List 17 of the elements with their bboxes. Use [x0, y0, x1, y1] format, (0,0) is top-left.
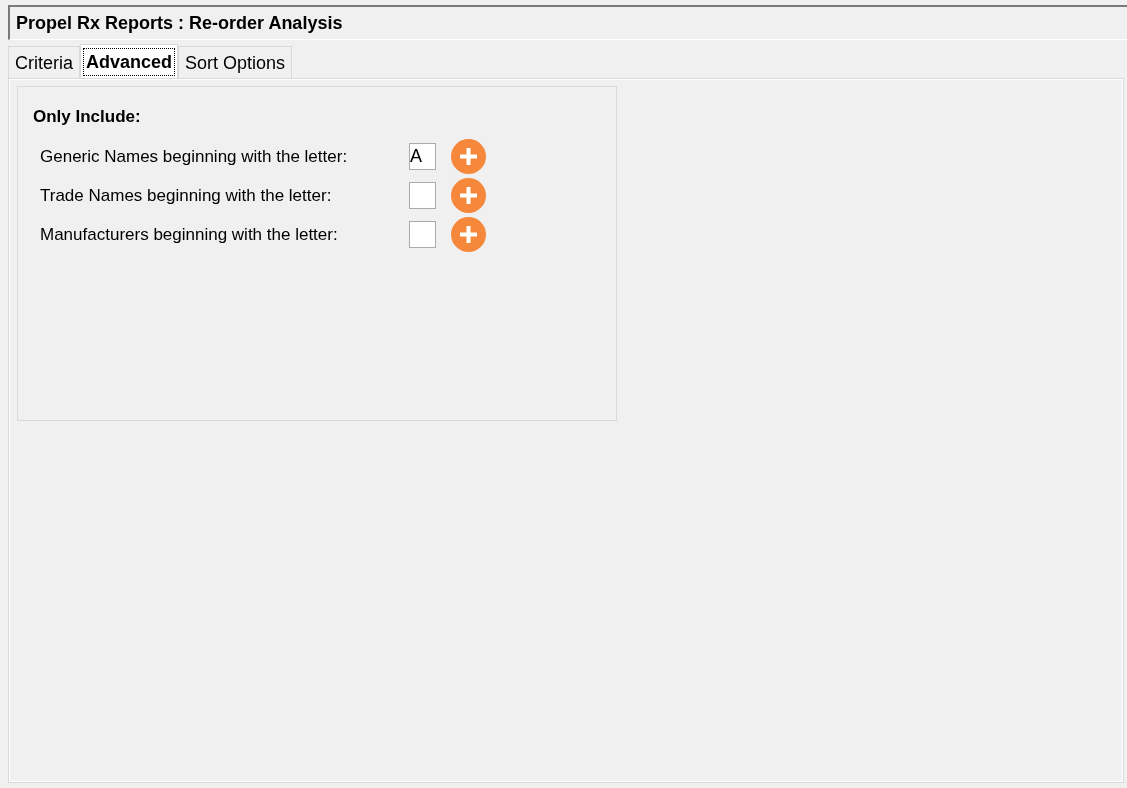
field-label: Generic Names beginning with the letter: [40, 148, 349, 165]
add-button[interactable] [451, 139, 486, 174]
tab[interactable]: Criteria [8, 46, 80, 78]
group-heading: Only Include: [33, 107, 141, 127]
plus-circle-icon [451, 217, 486, 252]
add-button[interactable] [451, 217, 486, 252]
field-label: Manufacturers beginning with the letter: [40, 226, 339, 243]
field-label: Trade Names beginning with the letter: [40, 187, 333, 204]
tab[interactable]: Advanced [80, 44, 179, 78]
plus-circle-icon [451, 139, 486, 174]
window-title: Propel Rx Reports : Re-order Analysis [16, 14, 343, 32]
letter-input[interactable] [409, 182, 436, 209]
plus-circle-icon [451, 178, 486, 213]
letter-input[interactable]: A [409, 143, 436, 170]
letter-input[interactable] [409, 221, 436, 248]
tab[interactable]: Sort Options [178, 46, 293, 78]
add-button[interactable] [451, 178, 486, 213]
